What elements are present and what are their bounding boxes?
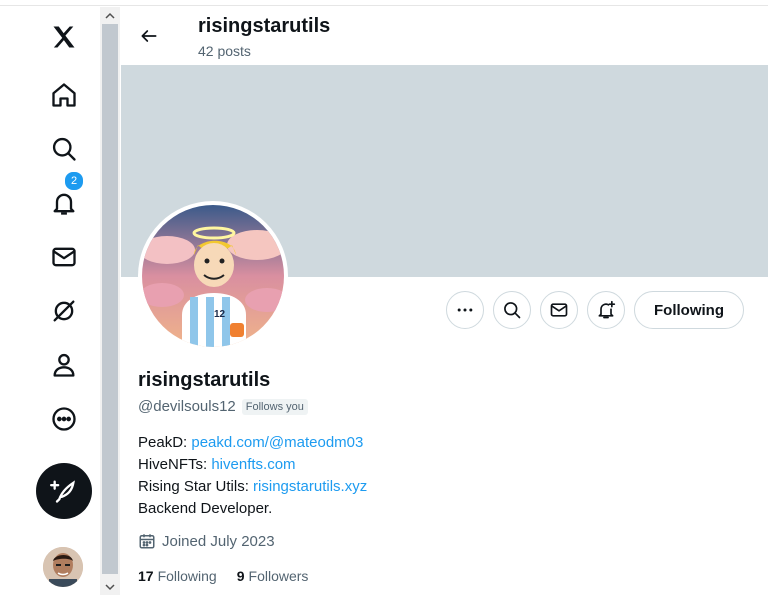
bell-plus-icon [598, 300, 616, 319]
compose-post-button[interactable] [36, 463, 92, 519]
arrow-left-icon [141, 30, 157, 42]
followers-label: Followers [248, 568, 309, 584]
header-title: risingstarutils [198, 15, 331, 37]
search-icon[interactable] [38, 123, 90, 175]
profile-header: risingstarutils 42 posts [120, 7, 768, 65]
followers-count-link[interactable]: 9 Followers [237, 568, 309, 584]
message-button[interactable] [540, 291, 578, 329]
scrollbar-thumb[interactable] [102, 24, 118, 574]
joined-text: Joined July 2023 [162, 532, 275, 550]
scroll-down-icon[interactable] [100, 579, 120, 595]
mail-icon[interactable] [38, 231, 90, 283]
following-button[interactable]: Following [634, 291, 744, 329]
search-icon [504, 302, 521, 319]
joined-date: Joined July 2023 [138, 532, 275, 550]
left-nav: 2 [0, 7, 100, 595]
bio-label: HiveNFTs: [138, 456, 212, 473]
bio-text: Backend Developer. [138, 500, 273, 517]
followers-count: 9 [236, 568, 245, 584]
bio-label: Rising Star Utils: [138, 478, 254, 495]
back-button[interactable] [132, 19, 166, 53]
notifications-badge: 2 [64, 171, 84, 191]
grok-icon[interactable] [38, 285, 90, 337]
mail-icon [550, 303, 568, 317]
search-profile-button[interactable] [493, 291, 531, 329]
handle: @devilsouls12 [138, 398, 236, 415]
follows-you-badge: Follows you [241, 398, 308, 415]
follow-stats: 17 Following 9 Followers [138, 568, 328, 584]
post-count: 42 posts [198, 43, 251, 59]
bio-link[interactable]: hivenfts.com [211, 456, 295, 473]
following-count-link[interactable]: 17 Following [138, 568, 217, 584]
more-circle-icon[interactable] [38, 393, 90, 445]
profile-avatar[interactable]: 12 [138, 201, 288, 351]
bio-label: PeakD: [138, 434, 192, 451]
scrollbar[interactable] [100, 7, 120, 595]
scroll-up-icon[interactable] [100, 7, 120, 23]
bell-icon[interactable]: 2 [38, 171, 90, 229]
svg-text:12: 12 [214, 309, 226, 320]
notify-button[interactable] [587, 291, 625, 329]
more-horizontal-icon [457, 308, 473, 312]
handle-row: @devilsouls12 Follows you [138, 398, 308, 415]
feather-plus-icon [50, 480, 75, 503]
display-name: risingstarutils [138, 369, 271, 391]
bio-link[interactable]: peakd.com/@mateodm03 [191, 434, 363, 451]
window-top-edge [0, 0, 768, 6]
bio-link[interactable]: risingstarutils.xyz [253, 478, 367, 495]
account-avatar[interactable] [43, 547, 83, 587]
calendar-icon [139, 534, 155, 549]
following-label: Following [157, 568, 217, 584]
more-options-button[interactable] [446, 291, 484, 329]
following-count: 17 [138, 568, 154, 584]
x-logo-icon[interactable] [38, 11, 90, 63]
profile-avatar-image: 12 [142, 205, 284, 347]
home-icon[interactable] [38, 69, 90, 121]
bio: PeakD: peakd.com/@mateodm03 HiveNFTs: hi… [138, 432, 367, 520]
person-icon[interactable] [38, 339, 90, 391]
